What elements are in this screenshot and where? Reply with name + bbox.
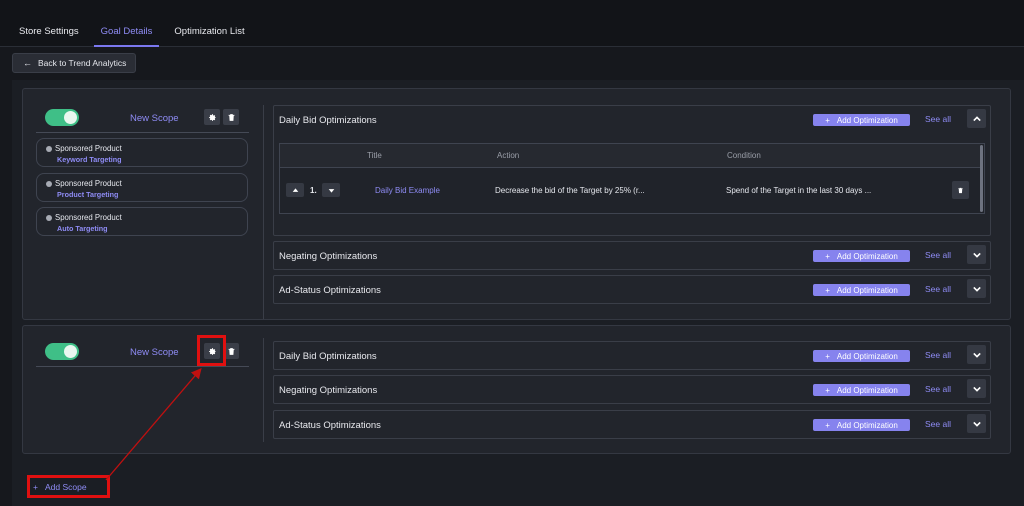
scope-toggle[interactable] (45, 343, 79, 360)
row-index: 1. (310, 186, 317, 195)
column-header-action: Action (497, 151, 520, 160)
daily-bid-optimizations-panel: Daily Bid Optimizations + Add Optimizatio… (273, 105, 991, 236)
chevron-down-icon (972, 286, 981, 292)
panel-title: Ad-Status Optimizations (279, 420, 381, 431)
caret-up-icon (292, 187, 298, 192)
sponsored-product-icon (46, 214, 52, 221)
panel-title: Daily Bid Optimizations (279, 351, 377, 362)
move-up-button[interactable] (286, 183, 304, 197)
scope-settings-button[interactable] (204, 343, 220, 359)
tab-optimization-list[interactable]: Optimization List (167, 16, 251, 47)
caret-down-icon (328, 188, 334, 193)
table-scrollbar[interactable] (980, 145, 983, 212)
chevron-down-icon (972, 252, 981, 258)
tab-bar: Store Settings Goal Details Optimization… (12, 16, 260, 47)
arrow-left-icon: ← (23, 58, 32, 68)
expand-button[interactable] (967, 245, 986, 264)
panel-title: Negating Optimizations (279, 251, 378, 262)
target-type-label: Product Targeting (57, 190, 119, 199)
trash-icon (228, 347, 234, 355)
see-all-link[interactable]: See all (925, 419, 951, 429)
target-product-label: Sponsored Product (55, 213, 122, 222)
ad-status-optimizations-panel: Ad-Status Optimizations + Add Optimizatio… (273, 275, 991, 304)
plus-icon: + (33, 482, 38, 492)
add-optimization-button[interactable]: + Add Optimization (813, 250, 910, 262)
chevron-up-icon (972, 115, 981, 121)
expand-button[interactable] (967, 379, 986, 398)
sponsored-product-icon (46, 145, 52, 152)
optimizations-table: Title Action Condition 1. Daily Bid Exam… (279, 143, 985, 214)
scope-header: New Scope (36, 107, 249, 133)
target-product-label: Sponsored Product (55, 179, 122, 188)
panel-title: Daily Bid Optimizations (279, 115, 377, 126)
scope-delete-button[interactable] (223, 109, 239, 125)
column-header-title: Title (367, 151, 382, 160)
panel-title: Ad-Status Optimizations (279, 285, 381, 296)
optimization-title-link[interactable]: Daily Bid Example (375, 186, 440, 195)
tab-goal-details[interactable]: Goal Details (93, 16, 160, 47)
add-optimization-button[interactable]: + Add Optimization (813, 284, 910, 296)
delete-optimization-button[interactable] (952, 181, 969, 199)
panel-title: Negating Optimizations (279, 385, 378, 396)
tab-store-settings[interactable]: Store Settings (12, 16, 86, 47)
negating-optimizations-panel: Negating Optimizations + Add Optimization… (273, 241, 991, 270)
add-scope-button[interactable]: + Add Scope (30, 478, 108, 496)
target-item-keyword[interactable]: Sponsored Product Keyword Targeting (36, 138, 248, 167)
chevron-down-icon (972, 386, 981, 392)
scope-card-1: New Scope Sponsored Product Keyword Targ… (22, 88, 1011, 320)
gear-icon (208, 113, 216, 121)
table-header: Title Action Condition (280, 144, 980, 168)
scope-delete-button[interactable] (223, 343, 239, 359)
scope-divider (263, 105, 264, 319)
scope-settings-button[interactable] (204, 109, 220, 125)
see-all-link[interactable]: See all (925, 250, 951, 260)
target-item-product[interactable]: Sponsored Product Product Targeting (36, 173, 248, 202)
plus-icon: + (825, 251, 830, 261)
add-optimization-button[interactable]: + Add Optimization (813, 114, 910, 126)
plus-icon: + (825, 420, 830, 430)
trash-icon (958, 187, 963, 193)
scope-toggle[interactable] (45, 109, 79, 126)
expand-button[interactable] (967, 345, 986, 364)
negating-optimizations-panel: Negating Optimizations + Add Optimization… (273, 375, 991, 404)
optimization-condition: Spend of the Target in the last 30 days … (726, 186, 872, 195)
scope-card-2: New Scope Daily Bid Optimizations + Add O… (22, 325, 1011, 454)
see-all-link[interactable]: See all (925, 284, 951, 294)
chevron-down-icon (972, 352, 981, 358)
scope-header: New Scope (36, 341, 249, 367)
back-to-trend-analytics-button[interactable]: ← Back to Trend Analytics (12, 53, 136, 73)
gear-icon (208, 347, 216, 355)
scope-name[interactable]: New Scope (130, 113, 179, 124)
target-type-label: Keyword Targeting (57, 155, 122, 164)
scope-name[interactable]: New Scope (130, 347, 179, 358)
collapse-button[interactable] (967, 109, 986, 128)
add-optimization-button[interactable]: + Add Optimization (813, 384, 910, 396)
move-down-button[interactable] (322, 183, 340, 197)
column-header-condition: Condition (727, 151, 761, 160)
expand-button[interactable] (967, 279, 986, 298)
plus-icon: + (825, 385, 830, 395)
back-button-label: Back to Trend Analytics (38, 58, 127, 68)
optimization-action: Decrease the bid of the Target by 25% (r… (495, 186, 645, 195)
plus-icon: + (825, 351, 830, 361)
chevron-down-icon (972, 421, 981, 427)
see-all-link[interactable]: See all (925, 114, 951, 124)
trash-icon (228, 113, 234, 121)
daily-bid-optimizations-panel: Daily Bid Optimizations + Add Optimizatio… (273, 341, 991, 370)
plus-icon: + (825, 285, 830, 295)
target-type-label: Auto Targeting (57, 224, 108, 233)
sponsored-product-icon (46, 180, 52, 187)
plus-icon: + (825, 115, 830, 125)
target-item-auto[interactable]: Sponsored Product Auto Targeting (36, 207, 248, 236)
add-optimization-button[interactable]: + Add Optimization (813, 350, 910, 362)
add-scope-label: Add Scope (44, 482, 87, 492)
ad-status-optimizations-panel: Ad-Status Optimizations + Add Optimizatio… (273, 410, 991, 439)
scope-divider (263, 338, 264, 442)
see-all-link[interactable]: See all (925, 384, 951, 394)
target-product-label: Sponsored Product (55, 144, 122, 153)
see-all-link[interactable]: See all (925, 350, 951, 360)
add-optimization-button[interactable]: + Add Optimization (813, 419, 910, 431)
expand-button[interactable] (967, 414, 986, 433)
